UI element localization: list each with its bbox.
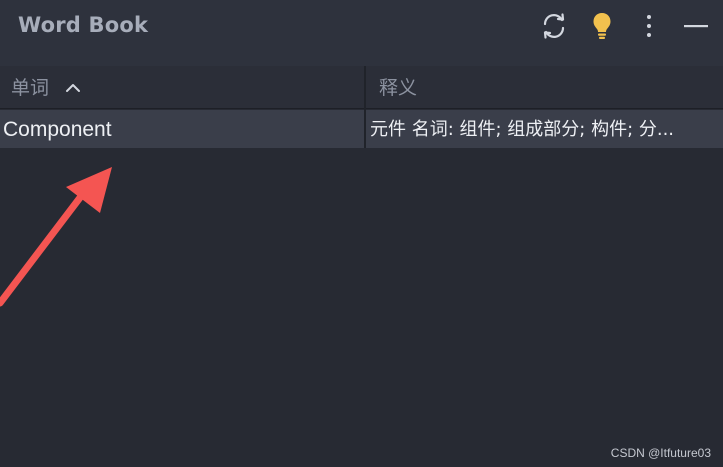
table-header: 单词 释义 — [0, 66, 723, 109]
watermark-text: CSDN @Itfuture03 — [610, 446, 711, 460]
minimize-button[interactable] — [680, 10, 712, 42]
column-header-definition[interactable]: 释义 — [366, 66, 723, 108]
more-options-button[interactable] — [633, 10, 665, 42]
panel-title: Word Book — [18, 13, 149, 37]
lightbulb-icon — [593, 13, 611, 39]
chevron-up-icon[interactable] — [65, 65, 81, 109]
word-cell: Component — [3, 118, 112, 141]
refresh-icon — [543, 13, 565, 39]
column-header-definition-label: 释义 — [379, 77, 418, 99]
tips-button[interactable] — [586, 10, 618, 42]
table-row[interactable]: Component 元件 名词: 组件; 组成部分; 构件; 分... — [0, 110, 723, 148]
more-vert-icon — [647, 15, 651, 37]
title-bar: Word Book — [0, 0, 723, 66]
definition-cell: 元件 名词: 组件; 组成部分; 构件; 分... — [370, 119, 675, 140]
column-header-word-label: 单词 — [11, 77, 50, 99]
column-header-word[interactable]: 单词 — [0, 66, 363, 108]
word-book-panel: Word Book 单词 释义 Component 元件 名词: 组件; 组成部… — [0, 0, 723, 467]
column-divider[interactable] — [364, 66, 366, 148]
minimize-icon — [684, 25, 708, 28]
refresh-button[interactable] — [538, 10, 570, 42]
